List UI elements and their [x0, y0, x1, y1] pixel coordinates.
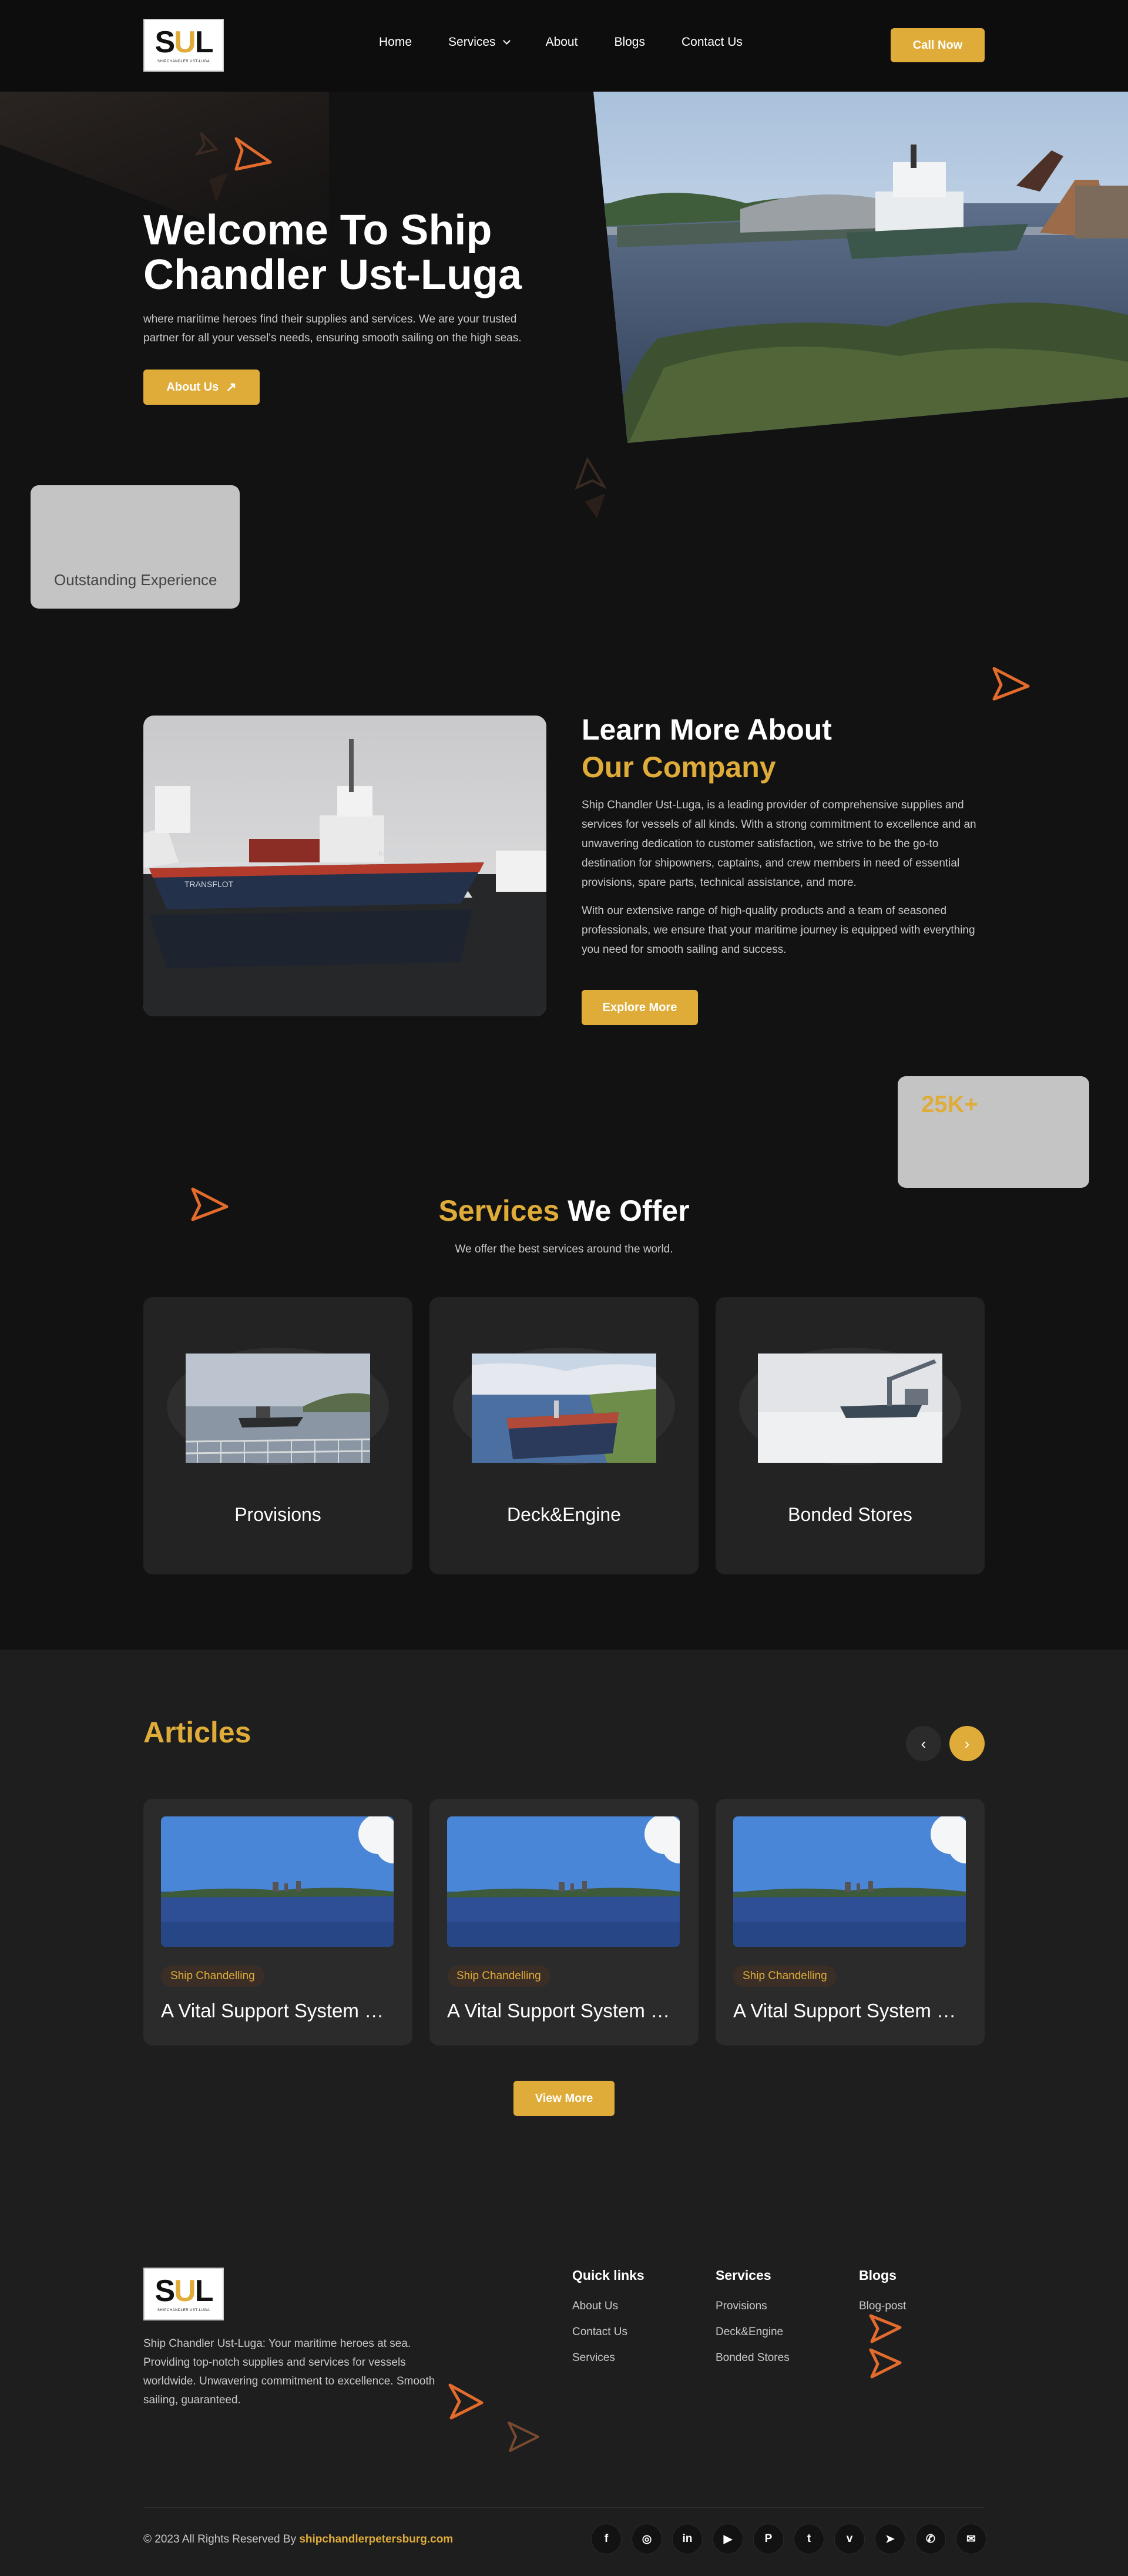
- copyright-link[interactable]: shipchandlerpetersburg.com: [299, 2533, 453, 2545]
- service-image: [472, 1354, 656, 1463]
- footer-about: Ship Chandler Ust-Luga: Your maritime he…: [143, 2337, 435, 2406]
- about-section: TRANSFLOT КСЕНИЯ Learn More About Our Com…: [0, 579, 1128, 1129]
- article-title[interactable]: A Vital Support System For Maritime Oper…: [733, 2000, 966, 2022]
- footer-link-blog-post[interactable]: Blog-post: [859, 2300, 906, 2313]
- nav-blogs[interactable]: Blogs: [614, 35, 645, 49]
- about-paragraph-1: Ship Chandler Ust-Luga, is a leading pro…: [582, 799, 976, 889]
- articles-section: Articles ‹ › Ship Chandelling A Vital Su…: [0, 1650, 1128, 2178]
- nav-about[interactable]: About: [546, 35, 578, 49]
- hero-ship-image: [593, 92, 1128, 443]
- footer-services: Services Provisions Deck&Engine Bonded S…: [716, 2268, 790, 2365]
- article-card[interactable]: Ship Chandelling A Vital Support System …: [716, 1799, 985, 2046]
- services-section: Services We Offer We offer the best serv…: [0, 1129, 1128, 1650]
- paper-plane-icon: [508, 2421, 539, 2452]
- article-tag[interactable]: Ship Chandelling: [161, 1966, 264, 1987]
- about-ship-image: TRANSFLOT КСЕНИЯ: [143, 716, 546, 1016]
- site-logo[interactable]: SUL SHIPCHANDLER UST-LUGA: [143, 19, 224, 72]
- about-us-button[interactable]: About Us ↗: [143, 370, 260, 405]
- service-label: Bonded Stores: [788, 1504, 912, 1525]
- carousel-next-button[interactable]: ›: [949, 1726, 985, 1761]
- footer-logo[interactable]: SUL SHIPCHANDLER UST-LUGA: [143, 2268, 224, 2320]
- footer-link-about-us[interactable]: About Us: [572, 2300, 644, 2313]
- article-tag[interactable]: Ship Chandelling: [447, 1966, 550, 1987]
- article-title[interactable]: A Vital Support System For Maritime Oper…: [161, 2000, 394, 2022]
- footer-link-bonded-stores[interactable]: Bonded Stores: [716, 2352, 790, 2365]
- nav-services[interactable]: Services: [448, 35, 511, 49]
- paper-plane-icon: [992, 667, 1030, 701]
- arrow-up-right-icon: ↗: [226, 379, 237, 394]
- service-label: Deck&Engine: [507, 1504, 621, 1525]
- footer-quick-links: Quick links About Us Contact Us Services: [572, 2268, 644, 2365]
- pinterest-icon[interactable]: P: [753, 2524, 784, 2554]
- logo-tagline: SHIPCHANDLER UST-LUGA: [157, 2309, 210, 2312]
- svg-text:КСЕНИЯ: КСЕНИЯ: [378, 849, 412, 858]
- linkedin-icon[interactable]: in: [672, 2524, 703, 2554]
- svg-text:TRANSFLOT: TRANSFLOT: [184, 879, 234, 889]
- carousel-prev-button[interactable]: ‹: [906, 1726, 941, 1761]
- service-card-deck-engine[interactable]: Deck&Engine: [429, 1297, 699, 1574]
- service-image: [758, 1354, 942, 1463]
- article-image: [161, 1816, 394, 1947]
- article-title[interactable]: A Vital Support System For Maritime Oper…: [447, 2000, 680, 2022]
- site-header: SUL SHIPCHANDLER UST-LUGA Home Services …: [0, 0, 1128, 92]
- paper-plane-icon: [194, 132, 272, 202]
- footer-link-deck-engine[interactable]: Deck&Engine: [716, 2326, 790, 2339]
- chevron-left-icon: ‹: [921, 1734, 926, 1752]
- nav-contact[interactable]: Contact Us: [682, 35, 743, 49]
- article-image: [733, 1816, 966, 1947]
- logo-tagline: SHIPCHANDLER UST-LUGA: [157, 60, 210, 63]
- articles-title: Articles: [143, 1716, 251, 1749]
- footer-divider: [143, 2507, 985, 2508]
- article-card[interactable]: Ship Chandelling A Vital Support System …: [143, 1799, 412, 2046]
- experience-card: Outstanding Experience: [31, 485, 240, 609]
- paper-plane-icon: [575, 456, 607, 518]
- call-now-button[interactable]: Call Now: [891, 28, 985, 62]
- instagram-icon[interactable]: ◎: [632, 2524, 662, 2554]
- footer-link-services[interactable]: Services: [572, 2352, 644, 2365]
- view-more-button[interactable]: View More: [513, 2081, 615, 2116]
- about-paragraph-2: With our extensive range of high-quality…: [582, 905, 975, 956]
- nav-home[interactable]: Home: [379, 35, 412, 49]
- stat-card: 25K+: [898, 1076, 1089, 1188]
- hero-text: where maritime heroes find their supplie…: [143, 313, 522, 344]
- chevron-right-icon: ›: [964, 1734, 970, 1752]
- service-image: [186, 1354, 370, 1463]
- services-subtitle: We offer the best services around the wo…: [455, 1243, 673, 1255]
- twitter-icon[interactable]: t: [794, 2524, 824, 2554]
- facebook-icon[interactable]: f: [591, 2524, 622, 2554]
- wechat-icon[interactable]: ✉: [956, 2524, 986, 2554]
- copyright: © 2023 All Rights Reserved By shipchandl…: [143, 2533, 454, 2545]
- footer-blogs: Blogs Blog-post: [859, 2268, 907, 2313]
- hero-title: Welcome To Ship Chandler Ust-Luga: [143, 207, 522, 298]
- site-footer: SUL SHIPCHANDLER UST-LUGA Ship Chandler …: [0, 2178, 1128, 2576]
- main-nav: Home Services About Blogs Contact Us: [379, 35, 779, 49]
- about-title: Learn More About Our Company: [582, 713, 832, 784]
- footer-link-contact-us[interactable]: Contact Us: [572, 2326, 644, 2339]
- services-title: Services We Offer: [438, 1194, 690, 1227]
- whatsapp-icon[interactable]: ✆: [915, 2524, 946, 2554]
- explore-more-button[interactable]: Explore More: [582, 990, 698, 1025]
- service-card-bonded-stores[interactable]: Bonded Stores: [716, 1297, 985, 1574]
- chevron-down-icon: [502, 36, 511, 45]
- article-image: [447, 1816, 680, 1947]
- service-card-provisions[interactable]: Provisions: [143, 1297, 412, 1574]
- social-links: f ◎ in ▶ P t v ➤ ✆ ✉: [591, 2524, 986, 2554]
- article-card[interactable]: Ship Chandelling A Vital Support System …: [429, 1799, 699, 2046]
- footer-link-provisions[interactable]: Provisions: [716, 2300, 790, 2313]
- paper-plane-icon: [448, 2383, 484, 2420]
- viber-icon[interactable]: v: [834, 2524, 865, 2554]
- article-tag[interactable]: Ship Chandelling: [733, 1966, 837, 1987]
- service-label: Provisions: [234, 1504, 321, 1525]
- telegram-icon[interactable]: ➤: [875, 2524, 905, 2554]
- youtube-icon[interactable]: ▶: [713, 2524, 743, 2554]
